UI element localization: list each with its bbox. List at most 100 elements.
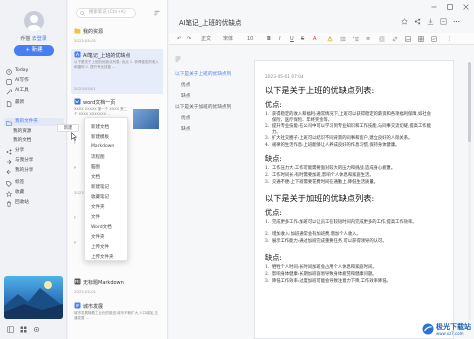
menu-item[interactable]: 新建文档: [91, 124, 109, 130]
tag-icon: [6, 180, 12, 187]
document-date: 2023-05-01 07:04: [265, 75, 304, 80]
promo-banner[interactable]: [4, 276, 63, 319]
menu-item[interactable]: 上传文件夹: [91, 254, 114, 260]
menu-item[interactable]: 收藏笔记: [91, 194, 109, 200]
undo-button[interactable]: ↶: [177, 35, 181, 43]
outline-item[interactable]: 缺点: [181, 126, 190, 132]
menu-item[interactable]: 新建笔记: [91, 184, 109, 190]
scrollbar-thumb[interactable]: [468, 62, 471, 142]
search-input[interactable]: 搜索笔记 (Ctrl+K): [76, 8, 136, 18]
list-item: 3. 降低工作效率:过度加班可能会导致注意力下降,工作效率降低。: [265, 279, 391, 284]
outline-icon[interactable]: [175, 56, 181, 62]
nav-my-folder[interactable]: 我的文件夹: [4, 118, 64, 126]
bold-button[interactable]: B: [267, 35, 271, 43]
outline-item[interactable]: 缺点: [181, 93, 190, 99]
new-button[interactable]: + 新建: [14, 45, 54, 56]
note-title: 我的资源: [83, 29, 104, 35]
note-date: 2023-05-01: [74, 289, 97, 294]
list-item: 1. 获得稳定的收入和福利:通常情况下,上班可以获得稳定的薪资和各项福利保障,如社…: [265, 112, 431, 123]
login-link[interactable]: 去登录: [32, 36, 47, 42]
image-icon[interactable]: [405, 36, 411, 42]
menu-item[interactable]: 流程图: [91, 154, 105, 160]
nav-recent[interactable]: 最新: [4, 99, 64, 107]
nav-share[interactable]: 分享: [4, 147, 64, 155]
nav-trash[interactable]: 回收站: [4, 199, 64, 207]
highlight-icon[interactable]: [327, 36, 333, 42]
maximize-icon[interactable]: [447, 4, 453, 10]
nav-favorites[interactable]: 收藏: [4, 189, 64, 197]
indent-icon[interactable]: [379, 36, 385, 42]
document-title[interactable]: AI笔记_上班的优缺点: [179, 17, 242, 27]
clock-icon: [6, 68, 12, 75]
word-doc-icon: [74, 98, 81, 105]
align-button[interactable]: ≡: [366, 35, 370, 43]
outline-item[interactable]: 以下是关于加班的优缺点列: [175, 104, 231, 110]
font-family-select[interactable]: 宋体: [223, 35, 233, 43]
document-page[interactable]: 2023-05-01 07:04 以下是关于上班的优缺点列表: 优点: 1. 获得…: [254, 60, 454, 339]
nav-my-resources[interactable]: 我的资源: [4, 128, 64, 136]
close-icon[interactable]: [463, 4, 469, 10]
landscape-image-icon: [4, 281, 63, 319]
share-icon: [6, 149, 12, 154]
nav-tags[interactable]: 标签: [4, 179, 64, 187]
list-item: 3. 展示工作能力:通过加班完成重要任务,可以获得领导的认可。: [265, 239, 387, 244]
export-icon[interactable]: [440, 18, 447, 25]
minimize-icon[interactable]: [431, 4, 437, 10]
nav-ai-tools[interactable]: AI工具: [4, 87, 64, 95]
sidebar: 乔猫 去登录 + 新建 Today AI写作 AI工具 最新 我的文件夹 我的资…: [0, 0, 67, 339]
heading-2: 以下是关于加班的优缺点列表:: [265, 193, 375, 203]
strikethrough-button[interactable]: S: [301, 35, 304, 43]
star-icon[interactable]: [401, 18, 408, 25]
underline-button[interactable]: U: [290, 35, 294, 43]
note-title: word文档一页: [83, 100, 116, 106]
sort-icon[interactable]: [154, 10, 160, 16]
menu-item[interactable]: Word文档: [91, 224, 112, 230]
menu-item[interactable]: 文件夹: [91, 204, 105, 210]
list-item: 2. 工作时间长:有时需要加班,影响个人休息和家庭生活。: [265, 173, 374, 178]
menu-item[interactable]: Markdown: [91, 144, 114, 149]
note-card[interactable]: 城市发展 城市发展随着工业化的推进,城市不断扩大,人口增加,交通发展 ...: [71, 300, 163, 332]
menu-item[interactable]: 上传文件: [91, 244, 109, 250]
font-size-select[interactable]: 10: [247, 35, 253, 43]
note-title: 城市发展: [83, 304, 104, 310]
layout-icon[interactable]: [7, 326, 14, 333]
section-heading: 优点:: [265, 100, 282, 109]
note-card[interactable]: 我的资源 2023-05-01: [71, 25, 163, 45]
bullet-list-icon[interactable]: [340, 36, 346, 42]
note-card[interactable]: 无标题Markdown 2023-05-01: [71, 276, 163, 296]
more-icon[interactable]: [453, 18, 460, 25]
list-item: 2. 提升专业技能:在公司中可以学习到专业知识和工作技能,与同事交流切磋,提高工作…: [265, 124, 431, 135]
nav-my-shares[interactable]: 我的分享: [4, 167, 64, 175]
nav-shared-with-me[interactable]: 与我分享: [4, 157, 64, 165]
editor-pane: AI笔记_上班的优缺点 ↶ ↷ 正文 宋体 10 B I U S A ≡ ⋮ 以…: [169, 0, 474, 339]
menu-item[interactable]: 文件: [91, 214, 100, 220]
table-icon[interactable]: [418, 36, 424, 42]
share-icon[interactable]: [414, 18, 421, 25]
outline-panel: 以下是关于上班的优缺点列 优点 缺点 以下是关于加班的优缺点列 优点 缺点: [171, 56, 251, 339]
menu-item[interactable]: 脑图: [91, 164, 100, 170]
settings-icon[interactable]: [33, 326, 40, 333]
numbered-list-icon[interactable]: [353, 36, 359, 42]
menu-item[interactable]: 文件夹: [91, 234, 105, 240]
grid-icon[interactable]: [20, 326, 27, 333]
menu-item[interactable]: 文档: [91, 174, 100, 180]
menu-item[interactable]: 新建模板: [91, 134, 109, 140]
font-color-button[interactable]: A: [313, 35, 316, 43]
redo-button[interactable]: ↷: [187, 35, 191, 43]
user-name[interactable]: 乔猫 去登录: [0, 35, 67, 42]
note-card-selected[interactable]: AI笔记_上班的优缺点 以下是关于上班的优缺点列表: 优点 1. 获得稳定的收入…: [71, 49, 163, 94]
outline-item[interactable]: 以下是关于上班的优缺点列: [175, 71, 231, 77]
link-icon[interactable]: [392, 36, 398, 42]
outline-item[interactable]: 优点: [181, 82, 190, 88]
avatar[interactable]: [24, 11, 44, 31]
nav-today[interactable]: Today: [4, 67, 64, 75]
nav-my-docs[interactable]: 我的文档: [4, 137, 64, 145]
more-toolbar-button[interactable]: ⋮: [447, 35, 452, 43]
outline-item[interactable]: 优点: [181, 115, 190, 121]
nav-ai-write[interactable]: AI写作: [4, 77, 64, 85]
search-placeholder: 搜索笔记 (Ctrl+K): [89, 10, 126, 15]
download-icon[interactable]: [427, 18, 434, 25]
italic-button[interactable]: I: [279, 35, 280, 43]
paragraph-style-select[interactable]: 正文: [201, 35, 211, 43]
checkbox-icon[interactable]: [431, 36, 437, 42]
